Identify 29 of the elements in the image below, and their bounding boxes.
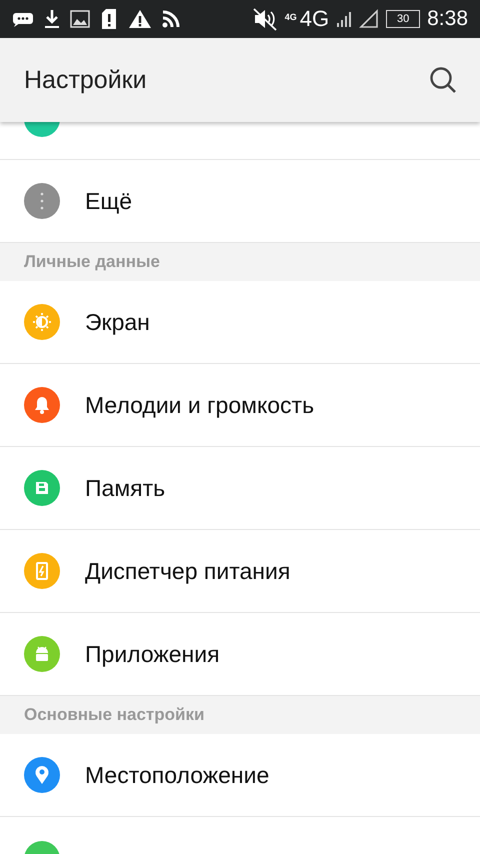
- item-label: Диспетчер питания: [85, 558, 290, 584]
- network-label: 4G: [284, 12, 297, 22]
- mute-icon: [252, 7, 278, 31]
- image-icon: [70, 10, 90, 28]
- settings-item[interactable]: Мелодии и громкость: [0, 364, 480, 447]
- signal-icon: [336, 10, 352, 28]
- network-label: 4G: [300, 6, 330, 32]
- sim-alert-icon: [100, 8, 118, 30]
- item-label: Экран: [85, 308, 150, 336]
- download-icon: [44, 9, 60, 29]
- signal-icon: [359, 9, 380, 29]
- screen-title: Настройки: [24, 66, 147, 94]
- battery-icon: 30: [386, 10, 420, 28]
- settings-item[interactable]: Диспетчер питания: [0, 530, 480, 613]
- settings-item[interactable]: Память: [0, 447, 480, 530]
- feed-icon: [162, 10, 180, 28]
- search-icon[interactable]: [428, 65, 458, 95]
- section-header: Основные настройки: [0, 696, 480, 734]
- item-label: Мелодии и громкость: [85, 392, 314, 418]
- item-label: Ещё: [85, 188, 132, 214]
- settings-item[interactable]: Экран: [0, 281, 480, 364]
- item-label: Местоположение: [85, 762, 270, 788]
- warning-icon: [128, 9, 152, 29]
- item-label: Приложения: [85, 640, 220, 668]
- item-label: Память: [85, 474, 166, 502]
- section-header: Личные данные: [0, 243, 480, 281]
- clock: 8:38: [427, 7, 468, 31]
- message-icon: [12, 11, 34, 27]
- settings-item[interactable]: Местоположение: [0, 734, 480, 817]
